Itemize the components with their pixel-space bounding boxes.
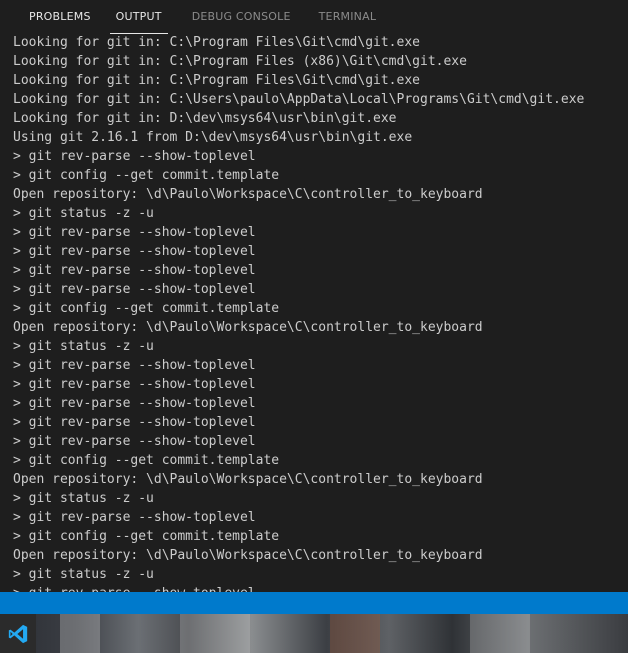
output-line: > git rev-parse --show-toplevel [13, 263, 256, 278]
output-line: > git rev-parse --show-toplevel [13, 396, 256, 411]
output-line: > git rev-parse --show-toplevel [13, 584, 628, 592]
output-line: > git rev-parse --show-toplevel [13, 377, 256, 392]
output-line: > git rev-parse --show-toplevel [13, 225, 256, 240]
output-log[interactable]: Looking for git in: C:\Program Files\Git… [13, 33, 628, 592]
output-line: Looking for git in: D:\dev\msys64\usr\bi… [13, 111, 397, 126]
output-line: > git rev-parse --show-toplevel [13, 510, 256, 525]
output-line: > git rev-parse --show-toplevel [13, 434, 256, 449]
vscode-icon [8, 624, 28, 643]
output-line: > git status -z -u [13, 567, 154, 582]
output-line: Open repository: \d\Paulo\Workspace\C\co… [13, 320, 483, 335]
tab-debug-console[interactable]: DEBUG CONSOLE [186, 0, 309, 34]
output-line: > git rev-parse --show-toplevel [13, 282, 256, 297]
output-line: Looking for git in: C:\Program Files\Git… [13, 35, 420, 50]
status-bar [0, 592, 628, 614]
output-line: > git config --get commit.template [13, 301, 280, 316]
output-panel: PROBLEMS OUTPUT DEBUG CONSOLE TERMINAL L… [0, 0, 628, 592]
output-line: > git config --get commit.template [13, 529, 280, 544]
output-line: > git rev-parse --show-toplevel [13, 244, 256, 259]
output-line: Open repository: \d\Paulo\Workspace\C\co… [13, 548, 483, 563]
output-line: Using git 2.16.1 from D:\dev\msys64\usr\… [13, 130, 413, 145]
output-line: > git rev-parse --show-toplevel [13, 358, 256, 373]
output-line: Looking for git in: C:\Users\paulo\AppDa… [13, 92, 585, 107]
desktop-background [0, 614, 628, 653]
taskbar-vscode-button[interactable] [0, 614, 36, 653]
output-line: > git config --get commit.template [13, 168, 280, 183]
output-line: > git status -z -u [13, 206, 154, 221]
tab-terminal[interactable]: TERMINAL [309, 0, 387, 34]
output-line: > git status -z -u [13, 339, 154, 354]
output-line: Looking for git in: C:\Program Files\Git… [13, 73, 420, 88]
output-line: Open repository: \d\Paulo\Workspace\C\co… [13, 187, 483, 202]
panel-tabs: PROBLEMS OUTPUT DEBUG CONSOLE TERMINAL [0, 0, 628, 34]
output-line: Looking for git in: C:\Program Files (x8… [13, 54, 467, 69]
output-line: > git rev-parse --show-toplevel [13, 415, 256, 430]
tab-problems[interactable]: PROBLEMS [19, 0, 110, 34]
tab-output[interactable]: OUTPUT [109, 0, 168, 34]
output-line: > git status -z -u [13, 491, 154, 506]
output-line: > git config --get commit.template [13, 453, 280, 468]
output-line: Open repository: \d\Paulo\Workspace\C\co… [13, 472, 483, 487]
output-line: > git rev-parse --show-toplevel [13, 149, 256, 164]
